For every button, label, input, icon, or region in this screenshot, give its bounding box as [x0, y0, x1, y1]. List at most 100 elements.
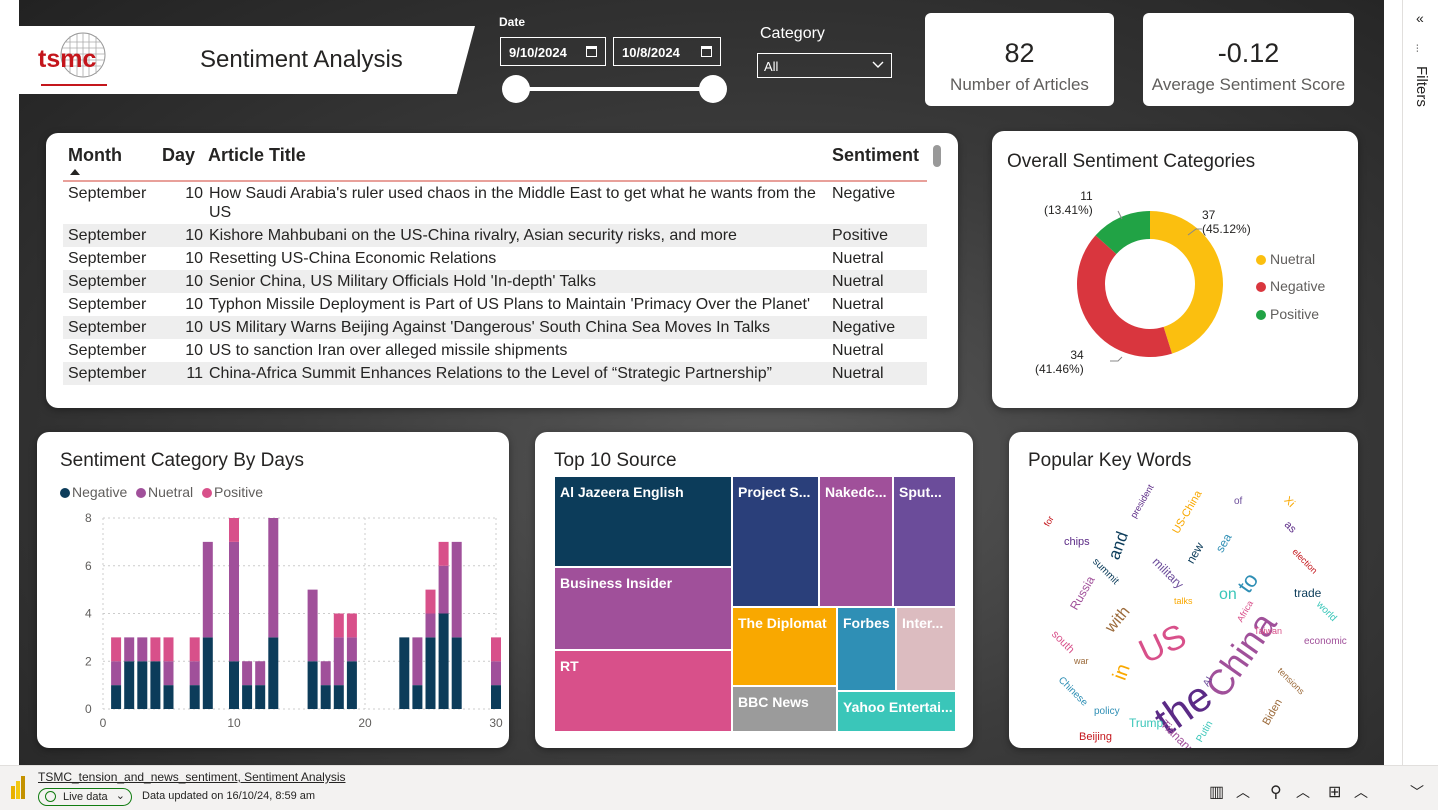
- table-scrollbar[interactable]: [933, 145, 941, 167]
- key-word[interactable]: Xi: [1282, 494, 1297, 509]
- treemap-tile[interactable]: Inter...: [896, 607, 956, 691]
- bar-negative[interactable]: [163, 685, 174, 709]
- key-word[interactable]: trade: [1294, 587, 1321, 599]
- table-row[interactable]: September 10 US to sanction Iran over alle…: [63, 339, 927, 362]
- legend-item-negative[interactable]: Negative: [1256, 278, 1325, 294]
- bar-nuetral[interactable]: [242, 661, 253, 686]
- key-word[interactable]: world: [1314, 599, 1339, 624]
- bar-nuetral[interactable]: [451, 541, 462, 638]
- key-word[interactable]: of: [1234, 497, 1242, 507]
- bar-negative[interactable]: [399, 637, 410, 709]
- table-row[interactable]: September 10 How Saudi Arabia's ruler used…: [63, 182, 927, 224]
- report-name-link[interactable]: TSMC_tension_and_news_sentiment, Sentime…: [38, 770, 346, 784]
- collapse-chevrons-icon[interactable]: «: [1416, 10, 1424, 26]
- chevron-up-icon[interactable]: ︿: [1296, 782, 1310, 802]
- bar-nuetral[interactable]: [346, 637, 357, 662]
- bar-nuetral[interactable]: [491, 661, 501, 686]
- bar-nuetral[interactable]: [425, 613, 436, 638]
- bar-negative[interactable]: [137, 661, 148, 709]
- treemap-tile[interactable]: The Diplomat: [732, 607, 837, 686]
- treemap-tile[interactable]: Project S...: [732, 476, 819, 607]
- key-word[interactable]: on: [1219, 587, 1237, 603]
- category-dropdown[interactable]: All: [757, 53, 892, 78]
- bar-nuetral[interactable]: [438, 565, 449, 614]
- treemap-tile[interactable]: BBC News: [732, 686, 837, 732]
- bar-nuetral[interactable]: [320, 661, 331, 686]
- bar-positive[interactable]: [346, 613, 357, 638]
- key-word[interactable]: US: [1133, 617, 1192, 671]
- bar-negative[interactable]: [307, 661, 318, 709]
- bar-negative[interactable]: [268, 637, 279, 709]
- table-row[interactable]: September 10 Senior China, US Military Off…: [63, 270, 927, 293]
- bar-negative[interactable]: [346, 661, 357, 709]
- bar-nuetral[interactable]: [163, 661, 174, 686]
- table-row[interactable]: September 11 China-Africa Summit Enhances …: [63, 362, 927, 385]
- treemap-tile[interactable]: RT: [554, 650, 732, 732]
- date-slider-end-handle[interactable]: [699, 75, 727, 103]
- key-word[interactable]: in: [1109, 661, 1135, 683]
- key-word[interactable]: Chinese: [1056, 675, 1090, 709]
- bar-positive[interactable]: [425, 589, 436, 614]
- key-word[interactable]: new: [1183, 540, 1206, 566]
- key-word[interactable]: sea: [1213, 531, 1235, 555]
- key-word[interactable]: and: [1104, 529, 1132, 562]
- live-data-dropdown[interactable]: Live data ⌄: [38, 788, 132, 806]
- visual-icon[interactable]: ▥: [1209, 782, 1224, 802]
- bar-negative[interactable]: [320, 685, 331, 709]
- calendar-icon[interactable]: [586, 46, 597, 57]
- key-word[interactable]: Russia: [1067, 574, 1097, 613]
- bar-negative[interactable]: [412, 685, 423, 709]
- bar-positive[interactable]: [150, 637, 161, 662]
- treemap-tile[interactable]: Business Insider: [554, 567, 732, 650]
- bar-negative[interactable]: [255, 685, 266, 709]
- key-word[interactable]: Beijing: [1079, 732, 1112, 743]
- chevron-down-icon[interactable]: ﹀: [1410, 782, 1424, 802]
- key-word[interactable]: military: [1150, 555, 1187, 592]
- col-header-day[interactable]: Day: [162, 145, 195, 166]
- bar-nuetral[interactable]: [412, 637, 423, 686]
- treemap-tile[interactable]: Yahoo Entertai...: [837, 691, 956, 732]
- chevron-up-icon[interactable]: ︿: [1236, 782, 1250, 802]
- legend-item-positive[interactable]: Positive: [1256, 306, 1319, 322]
- key-word[interactable]: talks: [1174, 597, 1193, 606]
- bar-negative[interactable]: [451, 637, 462, 709]
- key-word[interactable]: Taiwan: [1254, 627, 1282, 636]
- bar-negative[interactable]: [229, 661, 239, 709]
- bar-nuetral[interactable]: [137, 637, 148, 662]
- date-slider-start-handle[interactable]: [502, 75, 530, 103]
- bar-nuetral[interactable]: [268, 518, 279, 638]
- key-word[interactable]: for: [1042, 514, 1056, 528]
- key-word[interactable]: election: [1290, 547, 1319, 576]
- table-row[interactable]: September 10 Resetting US-China Economic R…: [63, 247, 927, 270]
- bar-nuetral[interactable]: [189, 661, 200, 686]
- treemap-tile[interactable]: Nakedc...: [819, 476, 893, 607]
- bar-positive[interactable]: [438, 541, 449, 566]
- filters-label[interactable]: Filters: [1413, 66, 1430, 107]
- bar-nuetral[interactable]: [111, 661, 122, 686]
- bar-negative[interactable]: [202, 637, 213, 709]
- bar-negative[interactable]: [333, 685, 344, 709]
- bar-negative[interactable]: [242, 685, 253, 709]
- pin-icon[interactable]: ⚲: [1270, 782, 1282, 802]
- key-word[interactable]: policy: [1094, 707, 1120, 717]
- bar-positive[interactable]: [189, 637, 200, 662]
- bar-positive[interactable]: [111, 637, 122, 662]
- treemap-tile[interactable]: Forbes: [837, 607, 896, 691]
- key-word[interactable]: US-China: [1170, 489, 1204, 536]
- bar-nuetral[interactable]: [307, 589, 318, 662]
- date-end-input[interactable]: 10/8/2024: [613, 37, 721, 66]
- bar-positive[interactable]: [229, 518, 239, 542]
- key-word[interactable]: south: [1049, 628, 1077, 656]
- table-row[interactable]: September 10 US Military Warns Beijing Aga…: [63, 316, 927, 339]
- bar-nuetral[interactable]: [333, 637, 344, 686]
- chevron-up-icon[interactable]: ︿: [1354, 782, 1368, 802]
- bar-nuetral[interactable]: [202, 541, 213, 638]
- key-word[interactable]: chips: [1064, 537, 1090, 548]
- bar-negative[interactable]: [111, 685, 122, 709]
- sort-ascending-icon[interactable]: [70, 169, 80, 175]
- col-header-month[interactable]: Month: [68, 145, 122, 166]
- key-word[interactable]: war: [1074, 657, 1089, 666]
- legend-item-nuetral[interactable]: Nuetral: [1256, 251, 1315, 267]
- filters-pane[interactable]: « ⫶ Filters: [1402, 0, 1438, 765]
- add-tile-icon[interactable]: ⊞: [1328, 782, 1341, 802]
